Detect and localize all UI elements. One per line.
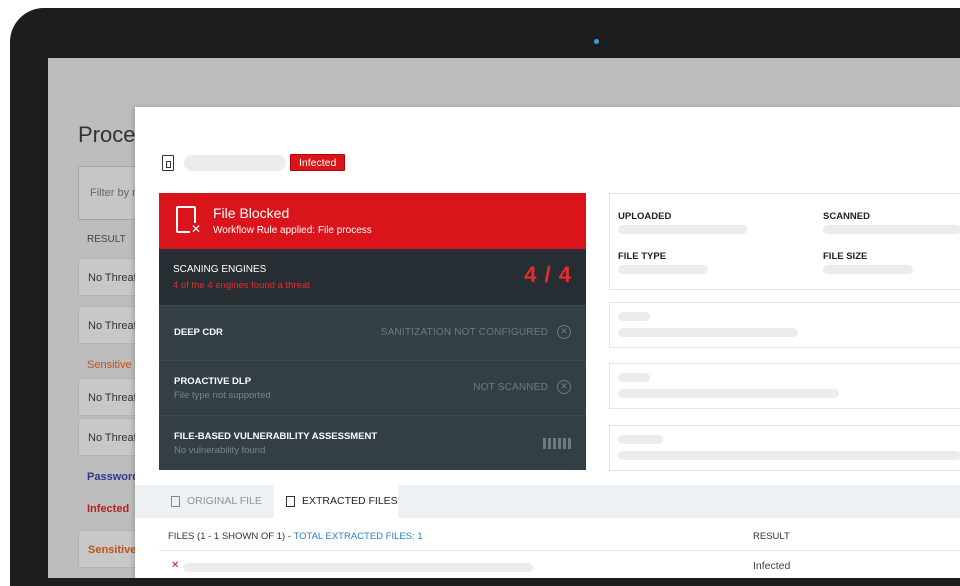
feature-deep-cdr[interactable]: DEEP CDR SANITIZATION NOT CONFIGURED ✕: [159, 305, 586, 360]
row-result: No Threat: [88, 392, 137, 404]
file-name-placeholder: [184, 155, 286, 171]
feature-vulnerability-assessment[interactable]: FILE-BASED VULNERABILITY ASSESSMENT No v…: [159, 415, 586, 470]
info-card-placeholder: [609, 425, 960, 471]
bars-icon: [543, 438, 571, 449]
row-result: Infected: [87, 503, 130, 515]
feature-name: FILE-BASED VULNERABILITY ASSESSMENT: [174, 431, 378, 442]
result-column-header: RESULT: [753, 531, 790, 542]
result-column-header: RESULT: [87, 234, 126, 245]
tab-label: EXTRACTED FILES: [302, 495, 398, 507]
table-row[interactable]: ✕ Infected: [159, 550, 960, 578]
tab-label: ORIGINAL FILE: [187, 495, 262, 507]
scanning-engines-row[interactable]: SCANING ENGINES 4 of the 4 engines found…: [159, 249, 586, 305]
feature-subtext: No vulnerability found: [174, 445, 266, 456]
skeleton-line: [618, 328, 798, 337]
status-badge: Infected: [290, 154, 346, 171]
scanned-label: SCANNED: [823, 211, 870, 222]
page-title: Proce: [78, 122, 136, 147]
file-icon: [171, 496, 180, 507]
file-blocked-banner: ✕ File Blocked Workflow Rule applied: Fi…: [159, 193, 586, 249]
skeleton-line: [618, 435, 663, 444]
feature-status: SANITIZATION NOT CONFIGURED: [380, 327, 548, 338]
screen: Proce Filter by n RESULT No Threat No Th…: [48, 58, 960, 578]
feature-name: DEEP CDR: [174, 327, 223, 338]
circle-x-icon: ✕: [557, 380, 571, 394]
file-details-modal: Infected ✕ File Blocked Workflow Rule ap…: [135, 107, 960, 578]
file-metadata-card: UPLOADED SCANNED FILE TYPE FILE SIZE: [609, 193, 960, 290]
files-count-label: FILES (1 - 1 SHOWN OF 1) -: [168, 531, 294, 542]
file-size-value-placeholder: [823, 265, 913, 274]
skeleton-line: [618, 389, 839, 398]
scanned-value-placeholder: [823, 225, 960, 234]
info-card-placeholder: [609, 302, 960, 348]
total-extracted-link[interactable]: TOTAL EXTRACTED FILES: 1: [293, 531, 422, 542]
file-icon: [162, 155, 174, 171]
uploaded-value-placeholder: [618, 225, 747, 234]
skeleton-line: [618, 373, 650, 382]
tab-extracted-files[interactable]: EXTRACTED FILES: [274, 485, 398, 518]
file-icon: [286, 496, 295, 507]
blocked-file-icon: ✕: [176, 206, 203, 235]
feature-subtext: File type not supported: [174, 390, 271, 401]
engines-summary: 4 of the 4 engines found a threat: [173, 280, 310, 291]
engines-label: SCANING ENGINES: [173, 264, 267, 275]
circle-x-icon: ✕: [557, 325, 571, 339]
skeleton-line: [618, 312, 650, 321]
filter-placeholder: Filter by n: [90, 187, 139, 199]
row-result: No Threat: [88, 272, 137, 284]
file-size-label: FILE SIZE: [823, 251, 868, 262]
camera-dot: [594, 39, 599, 44]
row-result: No Threat: [88, 432, 137, 444]
row-result: Password: [87, 471, 139, 483]
row-result: No Threat: [88, 320, 137, 332]
file-tabs: ORIGINAL FILE EXTRACTED FILES: [135, 485, 960, 518]
blocked-title: File Blocked: [213, 205, 290, 221]
scan-summary-panel: ✕ File Blocked Workflow Rule applied: Fi…: [159, 193, 586, 470]
uploaded-label: UPLOADED: [618, 211, 672, 222]
file-type-value-placeholder: [618, 265, 708, 274]
infected-x-icon: ✕: [171, 560, 180, 571]
feature-name: PROACTIVE DLP: [174, 376, 252, 387]
files-table-header: FILES (1 - 1 SHOWN OF 1) - TOTAL EXTRACT…: [168, 531, 423, 542]
row-result: Infected: [753, 560, 791, 572]
tab-original-file[interactable]: ORIGINAL FILE: [159, 485, 271, 518]
file-name-placeholder: [183, 563, 533, 572]
feature-proactive-dlp[interactable]: PROACTIVE DLP File type not supported NO…: [159, 360, 586, 415]
row-result: Sensitive: [88, 544, 137, 556]
blocked-subtitle: Workflow Rule applied: File process: [213, 225, 372, 236]
file-type-label: FILE TYPE: [618, 251, 667, 262]
row-result: Sensitive: [87, 359, 132, 371]
feature-status: NOT SCANNED: [473, 382, 548, 393]
info-card-placeholder: [609, 363, 960, 409]
skeleton-line: [618, 451, 960, 460]
engines-count: 4 / 4: [524, 262, 572, 287]
